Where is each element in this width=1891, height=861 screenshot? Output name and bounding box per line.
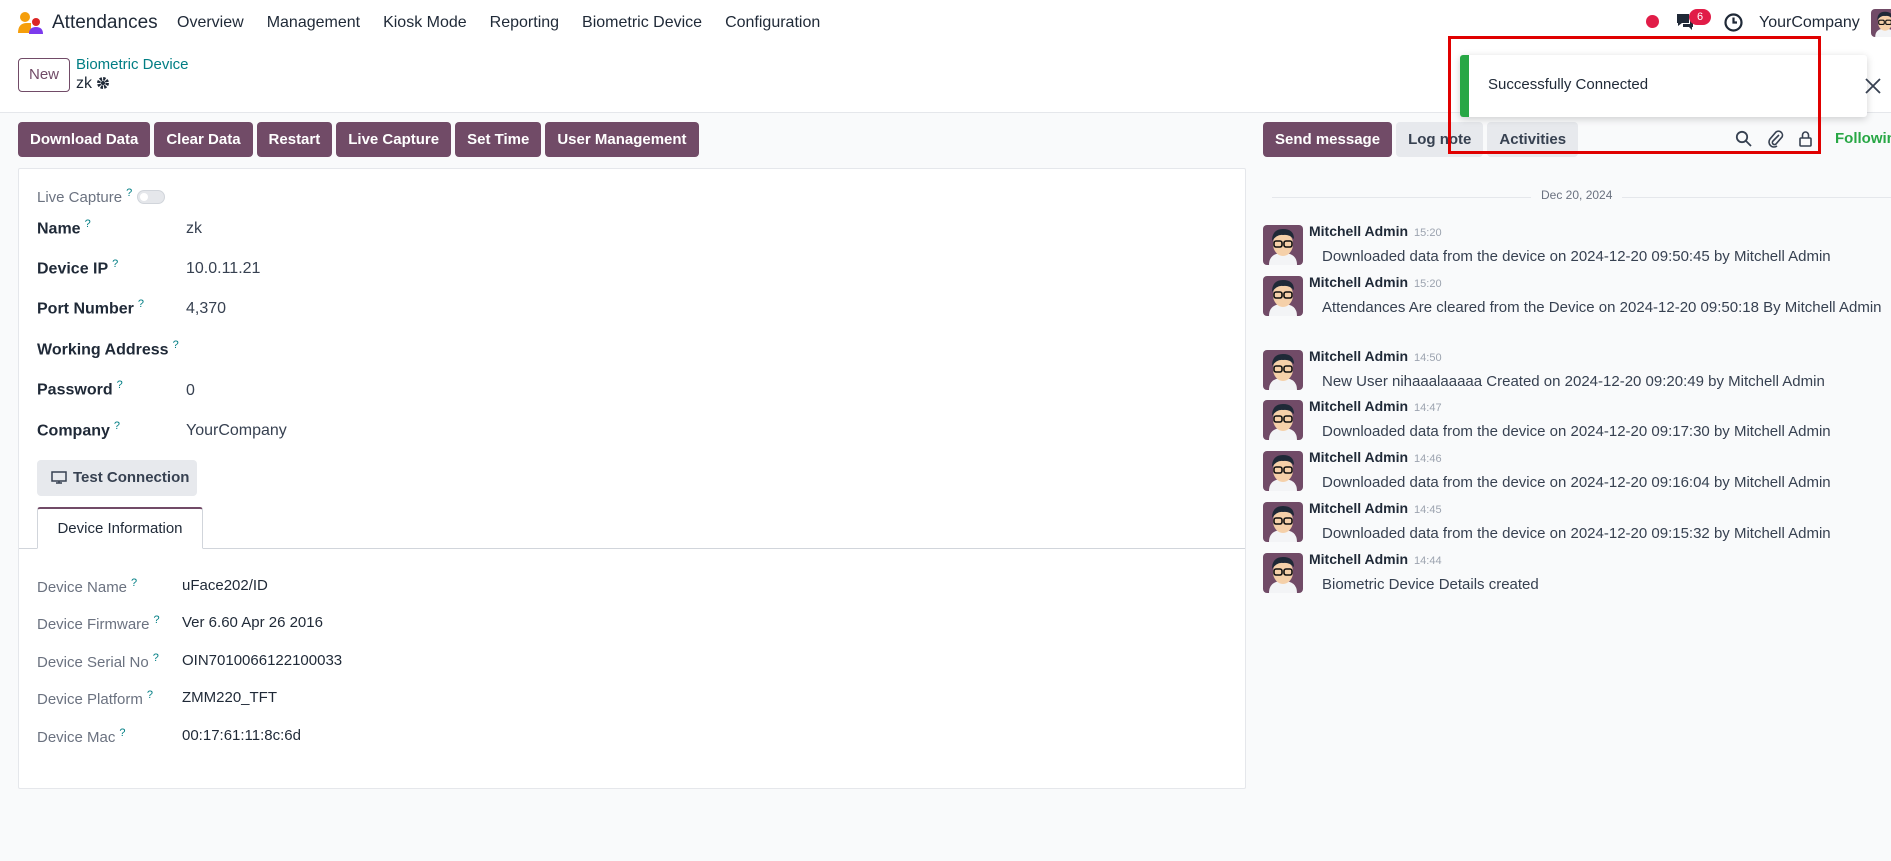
gear-icon[interactable] [96, 76, 110, 95]
menu-item-kiosk-mode[interactable]: Kiosk Mode [383, 14, 467, 32]
main-menu: Overview Management Kiosk Mode Reporting… [177, 14, 843, 32]
device-ip-label: Device IP? [37, 258, 119, 278]
following-button[interactable]: Following [1835, 130, 1891, 147]
message-author[interactable]: Mitchell Admin 14:46 [1309, 449, 1442, 465]
menu-item-biometric-device[interactable]: Biometric Device [582, 14, 702, 32]
annotation-highlight-box [1448, 36, 1821, 154]
device-platform-label: Device Platform? [37, 689, 153, 708]
form-sheet: Live Capture? Name? zk Device IP? 10.0.1… [18, 168, 1246, 789]
author-avatar[interactable] [1263, 225, 1303, 265]
device-name-label: Device Name? [37, 577, 138, 596]
device-serial-field[interactable]: OIN7010066122100033 [182, 652, 342, 669]
set-time-button[interactable]: Set Time [455, 122, 542, 157]
menu-item-management[interactable]: Management [267, 14, 360, 32]
port-number-label: Port Number? [37, 298, 145, 318]
help-tooltip-icon[interactable]: ? [114, 420, 120, 432]
company-label: Company? [37, 420, 121, 440]
help-tooltip-icon[interactable]: ? [117, 379, 123, 391]
message-body: Biometric Device Details created [1322, 576, 1539, 593]
clear-data-button[interactable]: Clear Data [154, 122, 253, 157]
chat-count-badge: 6 [1689, 9, 1711, 25]
device-serial-label: Device Serial No? [37, 652, 159, 671]
message-time: 14:44 [1414, 555, 1442, 567]
monitor-icon [51, 471, 67, 484]
password-label: Password? [37, 379, 123, 399]
message-body: Downloaded data from the device on 2024-… [1322, 423, 1831, 440]
message-body: Downloaded data from the device on 2024-… [1322, 474, 1831, 491]
app-title[interactable]: Attendances [52, 12, 158, 34]
message-author[interactable]: Mitchell Admin 15:20 [1309, 274, 1442, 290]
send-message-button[interactable]: Send message [1263, 122, 1393, 157]
help-tooltip-icon[interactable]: ? [147, 689, 153, 701]
help-tooltip-icon[interactable]: ? [138, 298, 144, 310]
author-avatar[interactable] [1263, 350, 1303, 390]
help-tooltip-icon[interactable]: ? [153, 652, 159, 664]
message-time: 14:50 [1414, 352, 1442, 364]
author-avatar[interactable] [1263, 451, 1303, 491]
message-body: Attendances Are cleared from the Device … [1322, 299, 1882, 316]
record-name: zk [76, 75, 92, 92]
message-body: Downloaded data from the device on 2024-… [1322, 248, 1831, 265]
author-avatar[interactable] [1263, 276, 1303, 316]
device-firmware-label: Device Firmware? [37, 614, 160, 633]
help-tooltip-icon[interactable]: ? [173, 339, 179, 351]
attendances-logo-icon[interactable] [17, 11, 43, 35]
breadcrumb-link[interactable]: Biometric Device [76, 56, 189, 73]
message-time: 14:45 [1414, 504, 1442, 516]
name-label: Name? [37, 218, 91, 238]
device-ip-field[interactable]: 10.0.11.21 [186, 260, 260, 278]
device-firmware-field[interactable]: Ver 6.60 Apr 26 2016 [182, 614, 323, 631]
download-data-button[interactable]: Download Data [18, 122, 151, 157]
menu-item-overview[interactable]: Overview [177, 14, 244, 32]
message-time: 14:47 [1414, 402, 1442, 414]
working-address-label: Working Address? [37, 339, 179, 359]
message-author[interactable]: Mitchell Admin 14:44 [1309, 551, 1442, 567]
menu-item-reporting[interactable]: Reporting [490, 14, 559, 32]
message-body: New User nihaaalaaaaa Created on 2024-12… [1322, 373, 1825, 390]
live-capture-label: Live Capture? [37, 187, 133, 206]
author-avatar[interactable] [1263, 553, 1303, 593]
user-management-button[interactable]: User Management [545, 122, 699, 157]
author-avatar[interactable] [1263, 502, 1303, 542]
record-dot-icon[interactable] [1646, 15, 1659, 28]
tab-device-information[interactable]: Device Information [37, 507, 203, 549]
help-tooltip-icon[interactable]: ? [131, 577, 137, 589]
message-body: Downloaded data from the device on 2024-… [1322, 525, 1831, 542]
close-icon[interactable] [1864, 77, 1882, 100]
company-field[interactable]: YourCompany [186, 422, 287, 440]
restart-button[interactable]: Restart [256, 122, 333, 157]
message-author[interactable]: Mitchell Admin 14:47 [1309, 398, 1442, 414]
device-mac-label: Device Mac? [37, 727, 126, 746]
live-capture-button[interactable]: Live Capture [336, 122, 452, 157]
live-capture-toggle[interactable] [137, 190, 165, 204]
clock-icon[interactable] [1724, 13, 1743, 37]
port-number-field[interactable]: 4,370 [186, 300, 226, 318]
help-tooltip-icon[interactable]: ? [85, 218, 91, 230]
help-tooltip-icon[interactable]: ? [119, 727, 125, 739]
device-name-field[interactable]: uFace202/ID [182, 577, 268, 594]
help-tooltip-icon[interactable]: ? [112, 258, 118, 270]
new-button[interactable]: New [18, 58, 70, 92]
device-mac-field[interactable]: 00:17:61:11:8c:6d [182, 727, 301, 744]
message-time: 15:20 [1414, 227, 1442, 239]
message-time: 15:20 [1414, 278, 1442, 290]
company-switcher[interactable]: YourCompany [1759, 14, 1860, 32]
help-tooltip-icon[interactable]: ? [126, 187, 132, 199]
user-avatar[interactable] [1871, 9, 1891, 37]
password-field[interactable]: 0 [186, 382, 195, 400]
message-author[interactable]: Mitchell Admin 14:50 [1309, 348, 1442, 364]
author-avatar[interactable] [1263, 400, 1303, 440]
test-connection-button[interactable]: Test Connection [37, 460, 197, 496]
message-author[interactable]: Mitchell Admin 15:20 [1309, 223, 1442, 239]
name-field[interactable]: zk [186, 220, 202, 238]
date-separator-label: Dec 20, 2024 [1531, 188, 1623, 202]
action-buttons: Download Data Clear Data Restart Live Ca… [18, 122, 699, 157]
message-time: 14:46 [1414, 453, 1442, 465]
message-author[interactable]: Mitchell Admin 14:45 [1309, 500, 1442, 516]
menu-item-configuration[interactable]: Configuration [725, 14, 820, 32]
device-platform-field[interactable]: ZMM220_TFT [182, 689, 277, 706]
help-tooltip-icon[interactable]: ? [154, 614, 160, 626]
